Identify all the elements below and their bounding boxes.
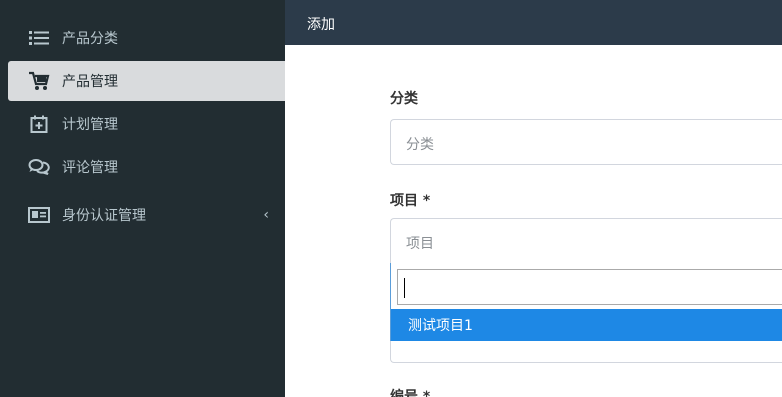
sidebar-item-comment-management[interactable]: 评论管理 <box>0 147 285 187</box>
project-select[interactable]: 项目 <box>390 218 782 264</box>
project-dropdown: 测试项目1 <box>390 263 782 341</box>
form-panel: 分类 分类 项目 * 项目 测试项目1 编号 * <box>285 45 782 397</box>
sidebar-item-label: 产品管理 <box>62 74 118 90</box>
text-caret <box>404 278 405 298</box>
chevron-left-icon[interactable]: ‹ <box>263 207 269 223</box>
dropdown-search-input[interactable] <box>397 269 782 305</box>
calendar-plus-icon <box>28 114 50 134</box>
category-select[interactable]: 分类 <box>390 119 782 165</box>
sidebar-item-product-category[interactable]: 产品分类 <box>0 18 285 58</box>
project-label: 项目 * <box>390 193 431 209</box>
sidebar-item-label: 计划管理 <box>62 117 118 133</box>
sidebar-item-plan-management[interactable]: 计划管理 <box>0 104 285 144</box>
project-select-bottom <box>390 341 782 363</box>
sidebar-item-identity-management[interactable]: 身份认证管理 ‹ <box>0 195 285 235</box>
sidebar-item-product-management[interactable]: 产品管理 <box>8 61 285 101</box>
category-placeholder: 分类 <box>406 137 434 153</box>
cart-icon <box>28 71 50 91</box>
number-label: 编号 * <box>390 389 431 397</box>
page-header: 添加 <box>285 0 782 45</box>
sidebar-item-label: 产品分类 <box>62 31 118 47</box>
id-card-icon <box>28 205 50 225</box>
comments-icon <box>28 157 50 177</box>
page-title: 添加 <box>307 17 335 33</box>
project-placeholder: 项目 <box>406 236 434 252</box>
dropdown-option[interactable]: 测试项目1 <box>391 309 782 341</box>
sidebar-item-label: 评论管理 <box>62 160 118 176</box>
sidebar: 产品分类 产品管理 计划管理 评论管理 身份认证管理 ‹ <box>0 0 285 397</box>
list-icon <box>28 28 50 48</box>
category-label: 分类 <box>390 91 418 107</box>
sidebar-item-label: 身份认证管理 <box>62 208 146 224</box>
